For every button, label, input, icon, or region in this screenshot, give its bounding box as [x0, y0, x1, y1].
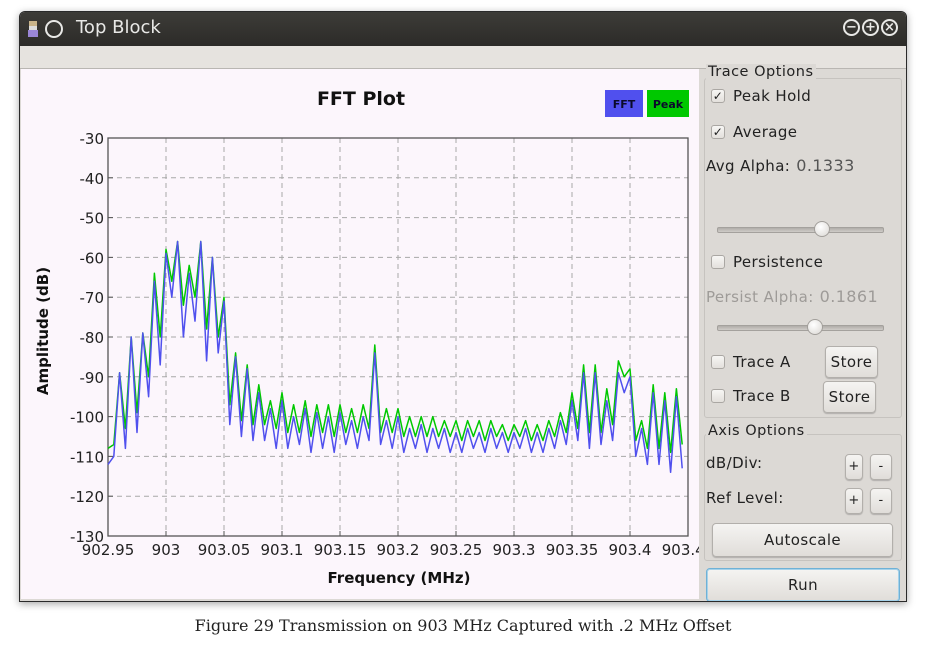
trace-a-check-icon: [711, 355, 725, 369]
trace-peak: [107, 240, 683, 454]
window-menu-icon[interactable]: [45, 20, 63, 38]
x-tick-label: 903.3: [493, 541, 536, 559]
persistence-label: Persistence: [733, 253, 824, 271]
figure-caption: Figure 29 Transmission on 903 MHz Captur…: [194, 616, 732, 635]
trace-b-label: Trace B: [733, 387, 791, 405]
title-bar[interactable]: Top Block − + ×: [20, 12, 906, 46]
peak-hold-check-icon: ✓: [711, 89, 725, 103]
x-tick-label: 903.05: [198, 541, 251, 559]
db-div-minus-button[interactable]: -: [870, 454, 892, 480]
legend-label-peak: Peak: [653, 98, 684, 111]
trace-a-label: Trace A: [733, 353, 791, 371]
average-checkbox[interactable]: ✓ Average: [711, 123, 797, 141]
average-label: Average: [733, 123, 798, 141]
y-tick-label: -130: [70, 528, 104, 546]
app-icon: [28, 21, 38, 37]
trace-b-checkbox[interactable]: Trace B: [711, 387, 791, 405]
y-tick-label: -30: [80, 130, 105, 148]
y-tick-label: -100: [70, 409, 104, 427]
persistence-check-icon: [711, 255, 725, 269]
legend-label-fft: FFT: [613, 98, 636, 111]
y-tick-label: -120: [70, 488, 104, 506]
y-tick-label: -110: [70, 448, 104, 466]
persist-alpha-slider[interactable]: [717, 319, 884, 335]
y-tick-label: -50: [80, 210, 105, 228]
y-tick-label: -40: [80, 170, 105, 188]
grid-lines: [108, 138, 688, 536]
x-tick-label: 903.1: [261, 541, 304, 559]
trace-options-title: Trace Options: [706, 64, 816, 80]
legend: FFT Peak: [605, 90, 689, 117]
fft-chart-svg: 902.95 903 903.05 903.1 903.15 903.2 903.25 903…: [34, 88, 699, 587]
y-tick-label: -70: [80, 289, 105, 307]
window-title: Top Block: [76, 17, 161, 38]
x-axis-label: Frequency (MHz): [328, 569, 471, 587]
persist-alpha-value: 0.1861: [819, 287, 879, 306]
top-block-window: Top Block − + × 902.95 903 903.05 903.1 903.…: [19, 11, 907, 602]
persist-alpha-row: Persist Alpha: 0.1861: [706, 287, 878, 306]
minimize-button[interactable]: −: [843, 19, 860, 36]
avg-alpha-label: Avg Alpha:: [706, 156, 791, 175]
y-axis-label: Amplitude (dB): [34, 267, 52, 395]
close-button[interactable]: ×: [881, 19, 898, 36]
x-tick-label: 903.4: [609, 541, 652, 559]
ref-level-plus-button[interactable]: +: [845, 488, 863, 514]
x-tick-label: 903: [152, 541, 181, 559]
trace-a-checkbox[interactable]: Trace A: [711, 353, 791, 371]
persistence-checkbox[interactable]: Persistence: [711, 253, 823, 271]
avg-alpha-row: Avg Alpha: 0.1333: [706, 156, 855, 175]
fft-plot[interactable]: 902.95 903 903.05 903.1 903.15 903.2 903.25 903…: [21, 69, 699, 599]
average-check-icon: ✓: [711, 125, 725, 139]
trace-b-store-button[interactable]: Store: [823, 381, 876, 413]
x-tick-label: 903.35: [546, 541, 599, 559]
trace-a-store-button[interactable]: Store: [825, 346, 878, 378]
axis-options-title: Axis Options: [706, 423, 807, 439]
avg-alpha-value: 0.1333: [796, 156, 855, 175]
y-tick-label: -80: [80, 329, 105, 347]
x-tick-label: 903.15: [314, 541, 367, 559]
x-tick-label: 903.45: [662, 541, 699, 559]
trace-b-check-icon: [711, 389, 725, 403]
y-tick-label: -90: [80, 369, 105, 387]
avg-alpha-slider-handle[interactable]: [813, 221, 830, 237]
ref-level-minus-button[interactable]: -: [870, 488, 892, 514]
db-div-label: dB/Div:: [706, 454, 763, 472]
autoscale-button[interactable]: Autoscale: [712, 523, 893, 557]
x-tick-label: 903.25: [430, 541, 483, 559]
maximize-button[interactable]: +: [862, 19, 879, 36]
peak-hold-checkbox[interactable]: ✓ Peak Hold: [711, 87, 811, 105]
peak-hold-label: Peak Hold: [733, 87, 812, 105]
persist-alpha-label: Persist Alpha:: [706, 287, 814, 306]
y-tick-label: -60: [80, 249, 105, 267]
persist-alpha-slider-handle[interactable]: [806, 319, 823, 335]
avg-alpha-slider[interactable]: [717, 221, 884, 237]
run-button[interactable]: Run: [706, 568, 900, 601]
trace-fft: [107, 240, 683, 474]
db-div-plus-button[interactable]: +: [845, 454, 863, 480]
x-tick-label: 903.2: [377, 541, 420, 559]
chart-title: FFT Plot: [317, 88, 405, 110]
control-panel: Trace Options ✓ Peak Hold ✓ Average Avg …: [702, 64, 902, 601]
ref-level-label: Ref Level:: [706, 489, 784, 507]
